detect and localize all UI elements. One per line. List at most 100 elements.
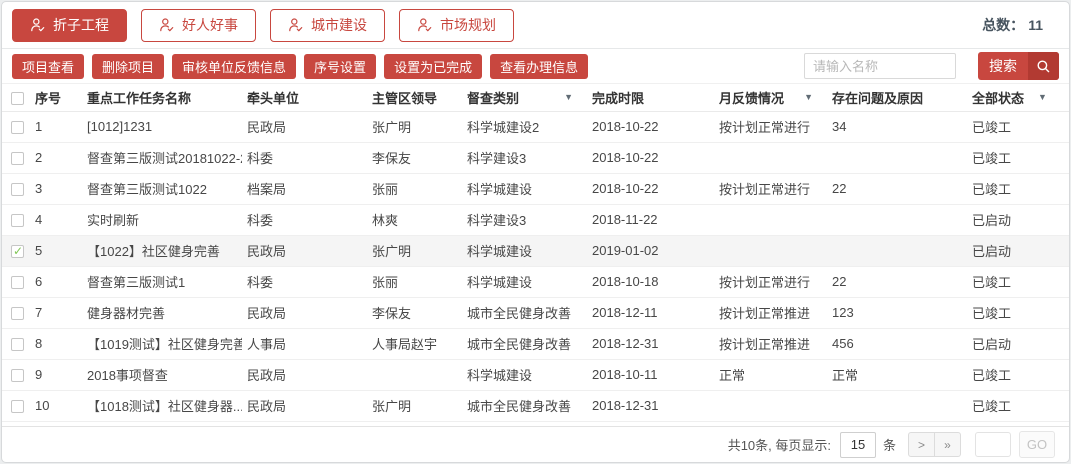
tab-label: 城市建设 xyxy=(311,15,367,35)
page-size-box[interactable]: 15 xyxy=(840,432,876,458)
view-project-button[interactable]: 项目查看 xyxy=(12,54,84,79)
table-row[interactable]: 5【1022】社区健身完善民政局张广明科学城建设2019-01-02已启动 xyxy=(2,235,1069,266)
cell-unit: 民政局 xyxy=(242,297,367,328)
cell-feedback: 按计划正常进行 xyxy=(714,111,827,142)
tab-label: 折子工程 xyxy=(53,15,109,35)
cell-num: 7 xyxy=(30,297,82,328)
cell-leader: 人事局赵宇 xyxy=(367,328,462,359)
row-checkbox[interactable] xyxy=(11,307,24,320)
search-button[interactable]: 搜索 xyxy=(978,52,1059,80)
cell-problem: 123 xyxy=(827,297,967,328)
cell-name: 督查第三版测试1 xyxy=(82,266,242,297)
cell-category: 科学城建设2 xyxy=(462,111,587,142)
cell-status: 已竣工 xyxy=(967,142,1069,173)
tab-bar: 折子工程 好人好事 城市建设 市场规划 总数：11 xyxy=(2,2,1069,49)
col-header-problem: 存在问题及原因 xyxy=(827,84,967,111)
next-page-button[interactable]: > xyxy=(908,432,935,457)
page-size-unit: 条 xyxy=(883,435,896,454)
cell-feedback: 按计划正常进行 xyxy=(714,266,827,297)
cell-name: 督查第三版测试20181022-2 xyxy=(82,142,242,173)
tab-haoren-haoshi[interactable]: 好人好事 xyxy=(141,9,256,42)
tab-zhezi-gongcheng[interactable]: 折子工程 xyxy=(12,9,127,42)
cell-category: 科学城建设 xyxy=(462,235,587,266)
table-row[interactable]: 8【1019测试】社区健身完善人事局人事局赵宇城市全民健身改善2018-12-3… xyxy=(2,328,1069,359)
status-filter-arrow-icon[interactable]: ▼ xyxy=(1038,92,1047,102)
cell-category: 科学城建设 xyxy=(462,266,587,297)
review-unit-feedback-button[interactable]: 审核单位反馈信息 xyxy=(172,54,296,79)
table-row[interactable]: 1[1012]1231民政局张广明科学城建设22018-10-22按计划正常进行… xyxy=(2,111,1069,142)
cell-num: 6 xyxy=(30,266,82,297)
goto-page-input[interactable] xyxy=(975,432,1011,457)
view-handling-info-button[interactable]: 查看办理信息 xyxy=(490,54,588,79)
cell-category: 城市全民健身改善 xyxy=(462,328,587,359)
last-page-button[interactable]: » xyxy=(934,432,961,457)
cell-category: 科学城建设 xyxy=(462,359,587,390)
task-table-wrap: 序号 重点工作任务名称 牵头单位 主管区领导 督查类别▼ 完成时限 月反馈情况▼… xyxy=(2,84,1069,426)
toolbar: 项目查看 删除项目 审核单位反馈信息 序号设置 设置为已完成 查看办理信息 搜索 xyxy=(2,49,1069,84)
table-row[interactable]: 6督查第三版测试1科委张丽科学城建设2018-10-18按计划正常进行22已竣工 xyxy=(2,266,1069,297)
cell-feedback: 按计划正常推进 xyxy=(714,297,827,328)
row-checkbox[interactable] xyxy=(11,214,24,227)
total-value: 11 xyxy=(1028,17,1043,33)
table-row[interactable]: 10【1018测试】社区健身器...民政局张广明城市全民健身改善2018-12-… xyxy=(2,390,1069,421)
row-checkbox[interactable] xyxy=(11,121,24,134)
cell-category: 科学城建设 xyxy=(462,173,587,204)
tab-chengshi-jianshe[interactable]: 城市建设 xyxy=(270,9,385,42)
cell-feedback: 按计划正常推进 xyxy=(714,328,827,359)
cell-name: 健身器材完善 xyxy=(82,297,242,328)
category-filter-arrow-icon[interactable]: ▼ xyxy=(564,92,573,102)
row-checkbox[interactable] xyxy=(11,152,24,165)
cell-num: 10 xyxy=(30,390,82,421)
cell-category: 科学建设3 xyxy=(462,204,587,235)
cell-leader: 林爽 xyxy=(367,204,462,235)
select-all-checkbox[interactable] xyxy=(11,92,24,105)
feedback-filter-arrow-icon[interactable]: ▼ xyxy=(804,92,813,102)
cell-num: 2 xyxy=(30,142,82,173)
cell-num: 9 xyxy=(30,359,82,390)
table-row[interactable]: 4实时刷新科委林爽科学建设32018-11-22已启动 xyxy=(2,204,1069,235)
cell-leader: 张丽 xyxy=(367,173,462,204)
cell-status: 已竣工 xyxy=(967,266,1069,297)
search-button-label: 搜索 xyxy=(978,56,1028,76)
delete-project-button[interactable]: 删除项目 xyxy=(92,54,164,79)
user-check-icon xyxy=(159,17,175,33)
row-checkbox[interactable] xyxy=(11,400,24,413)
cell-status: 已竣工 xyxy=(967,173,1069,204)
cell-deadline: 2019-01-02 xyxy=(587,235,714,266)
search-input[interactable] xyxy=(804,53,956,79)
cell-status: 已启动 xyxy=(967,204,1069,235)
row-checkbox[interactable] xyxy=(11,183,24,196)
cell-leader xyxy=(367,359,462,390)
cell-feedback xyxy=(714,390,827,421)
user-check-icon xyxy=(30,17,46,33)
total-label: 总数： xyxy=(982,17,1024,33)
cell-feedback: 正常 xyxy=(714,359,827,390)
row-checkbox[interactable] xyxy=(11,245,24,258)
cell-num: 1 xyxy=(30,111,82,142)
cell-deadline: 2018-11-22 xyxy=(587,204,714,235)
cell-name: 【1018测试】社区健身器... xyxy=(82,390,242,421)
table-row[interactable]: 3督查第三版测试1022档案局张丽科学城建设2018-10-22按计划正常进行2… xyxy=(2,173,1069,204)
table-row[interactable]: 7健身器材完善民政局李保友城市全民健身改善2018-12-11按计划正常推进12… xyxy=(2,297,1069,328)
tab-shichang-guihua[interactable]: 市场规划 xyxy=(399,9,514,42)
cell-num: 4 xyxy=(30,204,82,235)
cell-status: 已竣工 xyxy=(967,390,1069,421)
table-row[interactable]: 2督查第三版测试20181022-2科委李保友科学建设32018-10-22已竣… xyxy=(2,142,1069,173)
cell-deadline: 2018-10-22 xyxy=(587,173,714,204)
cell-category: 城市全民健身改善 xyxy=(462,390,587,421)
serial-number-setting-button[interactable]: 序号设置 xyxy=(304,54,376,79)
set-completed-button[interactable]: 设置为已完成 xyxy=(384,54,482,79)
col-header-status: 全部状态 xyxy=(972,88,1024,107)
cell-problem: 34 xyxy=(827,111,967,142)
cell-unit: 科委 xyxy=(242,204,367,235)
go-button[interactable]: GO xyxy=(1019,431,1055,458)
cell-problem: 22 xyxy=(827,266,967,297)
col-header-unit: 牵头单位 xyxy=(242,84,367,111)
row-checkbox[interactable] xyxy=(11,276,24,289)
task-table: 序号 重点工作任务名称 牵头单位 主管区领导 督查类别▼ 完成时限 月反馈情况▼… xyxy=(2,84,1069,422)
row-checkbox[interactable] xyxy=(11,369,24,382)
cell-leader: 张广明 xyxy=(367,390,462,421)
row-checkbox[interactable] xyxy=(11,338,24,351)
table-row[interactable]: 92018事项督查民政局科学城建设2018-10-11正常正常已竣工 xyxy=(2,359,1069,390)
cell-unit: 民政局 xyxy=(242,235,367,266)
